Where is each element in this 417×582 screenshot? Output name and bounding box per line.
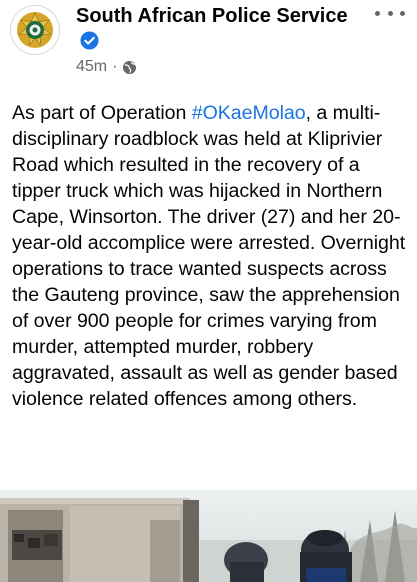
post-header: South African Police Service 45m · [0, 0, 417, 88]
meta-separator: · [112, 58, 118, 75]
hashtag-link[interactable]: #OKaeMolao [192, 102, 306, 124]
verified-badge-icon [80, 31, 99, 50]
page-name[interactable]: South African Police Service [76, 4, 356, 54]
page-avatar[interactable] [11, 6, 59, 54]
dot-icon [387, 10, 393, 16]
post-timestamp[interactable]: 45m [76, 58, 107, 76]
post-text: As part of Operation #OKaeMolao, a multi… [12, 100, 412, 412]
more-options-icon[interactable] [375, 2, 405, 24]
globe-icon[interactable] [122, 60, 137, 75]
dot-icon [375, 10, 380, 16]
post-photo[interactable] [0, 490, 417, 582]
post-text-intro: As part of Operation [12, 102, 192, 124]
page-name-text[interactable]: South African Police Service [76, 5, 348, 27]
dot-icon [400, 10, 405, 16]
saps-logo [12, 7, 58, 53]
post-text-main: , a multi-disciplinary roadblock was hel… [12, 102, 406, 410]
photo-image [0, 490, 417, 582]
post-meta: 45m · [76, 58, 137, 76]
